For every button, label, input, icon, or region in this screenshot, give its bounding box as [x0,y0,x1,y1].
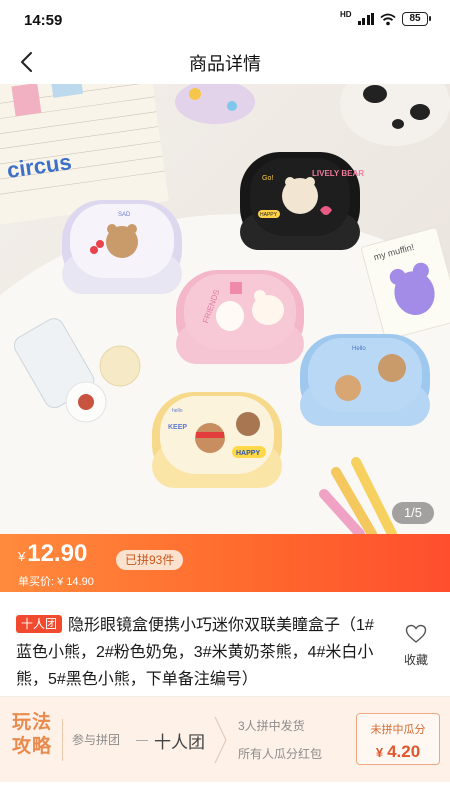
product-title-block: 十人团 隐形眼镜盒便携小巧迷你双联美瞳盒子（1#蓝色小熊，2#粉色奶兔，3#米黄奶… [16,612,384,693]
heart-icon [405,624,427,643]
bonus-currency: ¥ [375,745,384,760]
blue-case: Hello [300,334,430,426]
bottom-area [0,782,450,800]
bonus-amount: ¥4.20 [357,742,439,762]
yellow-case: HAPPY KEEP hello [152,392,282,488]
price-banner: ¥12.90 已拼93件 单买价: ¥ 14.90 [0,534,450,592]
product-info: 十人团 隐形眼镜盒便携小巧迷你双联美瞳盒子（1#蓝色小熊，2#粉色奶兔，3#米黄奶… [0,592,450,696]
team-size-label: 十人团 [154,733,205,752]
svg-text:Hello: Hello [352,346,366,352]
currency-symbol: ¥ [18,549,26,564]
dash-separator [136,740,148,741]
rule-share: 所有人瓜分红包 [238,747,323,761]
svg-text:KEEP: KEEP [168,424,187,431]
bonus-value: 4.20 [387,742,421,761]
rule-ship: 3人拼中发货 [238,719,305,733]
bonus-share-box[interactable]: 未拼中瓜分 ¥4.20 [356,713,440,765]
svg-text:hello: hello [172,408,183,414]
svg-text:HAPPY: HAPPY [260,212,278,218]
pink-case: FRIENDS [176,270,304,364]
group-price: ¥12.90 [18,540,87,568]
battery-icon: 85 [402,12,431,26]
hd-network-label: HD [339,10,352,19]
gameplay-divider [62,719,63,761]
bonus-label: 未拼中瓜分 [370,724,426,736]
sold-count-badge: 已拼93件 [116,550,184,570]
page-title: 商品详情 [189,54,261,74]
wifi-icon [380,13,396,25]
status-icons: HD 85 [339,10,431,26]
black-case: LIVELY BEAR Go! HAPPY [240,152,364,250]
team-size-tag: 十人团 [16,615,63,633]
signal-icon [357,13,374,25]
join-group-label: 参与拼团 [72,733,121,747]
svg-text:SAD: SAD [118,212,131,218]
product-title: 隐形眼镜盒便携小巧迷你双联美瞳盒子（1#蓝色小熊，2#粉色奶兔，3#米黄奶茶熊，… [16,617,374,688]
product-photo: circus my muffin! LIVELY BEAR Go! HAPPY … [0,84,450,534]
favorite-button[interactable]: 收藏 [402,624,430,668]
single-buy-price: 单买价: ¥ 14.90 [18,576,94,588]
status-time: 14:59 [24,12,63,29]
svg-text:HAPPY: HAPPY [236,450,260,457]
image-pager: 1/5 [392,502,434,524]
gameplay-title: 玩法攻略 [12,712,53,757]
svg-text:Go!: Go! [262,175,273,182]
svg-text:LIVELY BEAR: LIVELY BEAR [312,169,364,178]
product-image-gallery[interactable]: circus my muffin! LIVELY BEAR Go! HAPPY … [0,84,450,534]
white-purple-case: SAD [62,200,182,294]
bracket-icon [214,716,227,764]
status-bar: 14:59 HD 85 [0,0,450,40]
gameplay-panel: 玩法攻略 参与拼团 十人团 3人拼中发货 所有人瓜分红包 未拼中瓜分 ¥4.20 [0,697,450,782]
favorite-label: 收藏 [403,653,428,667]
nav-bar: 商品详情 [0,40,450,84]
group-price-value: 12.90 [27,540,88,567]
